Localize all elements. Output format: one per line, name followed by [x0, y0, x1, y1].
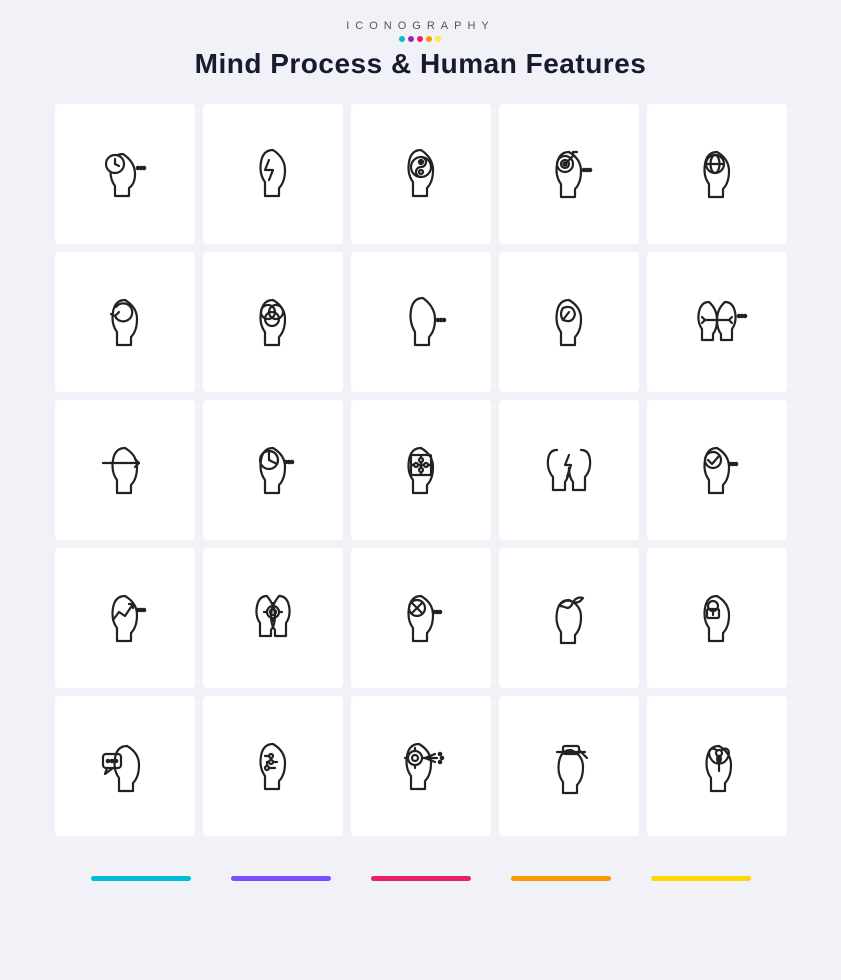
footer-bar-pink: [371, 876, 471, 881]
icon-hat-mind[interactable]: [499, 696, 639, 836]
footer-bar-cyan: [91, 876, 191, 881]
icon-speech-mind[interactable]: [55, 696, 195, 836]
icon-bird-mind[interactable]: [499, 548, 639, 688]
footer-bar-purple: [231, 876, 331, 881]
icon-cancel-mind[interactable]: [351, 548, 491, 688]
icon-lock-mind[interactable]: [647, 548, 787, 688]
dot-3: [417, 36, 423, 42]
icon-global-mind[interactable]: [647, 104, 787, 244]
icon-circuit-mind[interactable]: [203, 696, 343, 836]
page-header: ICONOGRAPHY Mind Process & Human Feature…: [195, 20, 647, 80]
brand-name: ICONOGRAPHY: [346, 20, 495, 32]
icon-side-face[interactable]: [351, 252, 491, 392]
dot-1: [399, 36, 405, 42]
icon-time-mind[interactable]: [55, 104, 195, 244]
icon-check-mind[interactable]: [647, 400, 787, 540]
footer-bar-yellow: [651, 876, 751, 881]
icon-nature-mind[interactable]: [499, 252, 639, 392]
brand-dots: [399, 36, 441, 42]
icon-flower-mind[interactable]: [647, 696, 787, 836]
icon-refresh-mind[interactable]: [55, 252, 195, 392]
icon-yinyang-mind[interactable]: [351, 104, 491, 244]
icon-thunder-brain[interactable]: [203, 104, 343, 244]
dot-4: [426, 36, 432, 42]
icon-thunder-heart-mind[interactable]: [499, 400, 639, 540]
icon-pie-mind[interactable]: [203, 400, 343, 540]
icon-circles-mind[interactable]: [203, 252, 343, 392]
icon-grid: [55, 104, 787, 836]
icon-growth-mind[interactable]: [55, 548, 195, 688]
icon-arrow-mind[interactable]: [55, 400, 195, 540]
dot-2: [408, 36, 414, 42]
icon-target-mind[interactable]: [499, 104, 639, 244]
page-title: Mind Process & Human Features: [195, 48, 647, 80]
icon-compare-minds[interactable]: [647, 252, 787, 392]
dot-5: [435, 36, 441, 42]
icon-puzzle-mind[interactable]: [351, 400, 491, 540]
footer-bar-orange: [511, 876, 611, 881]
icon-gear-process-mind[interactable]: [351, 696, 491, 836]
icon-gear-mind[interactable]: [203, 548, 343, 688]
footer-bars: [91, 876, 751, 881]
